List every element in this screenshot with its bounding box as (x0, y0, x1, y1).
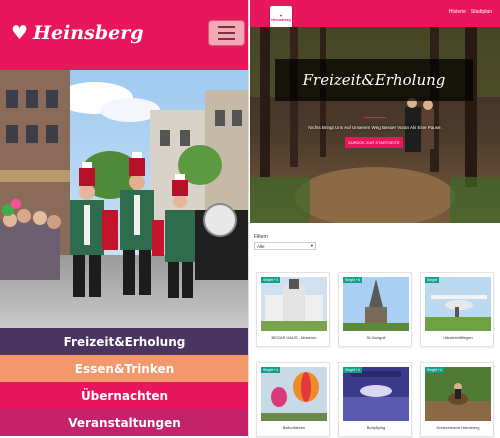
filter-value: Alle (257, 243, 265, 249)
heart-icon: ♥ (11, 22, 29, 44)
hero-title: Freizeit&Erholung (302, 71, 446, 89)
link-historie[interactable]: Historie (449, 9, 466, 15)
menu-bar (218, 38, 235, 40)
mobile-header: ♥ Heinsberg (0, 0, 248, 70)
desktop-topbar: ♥ Heinsberg Historie Stadtplan (250, 0, 500, 30)
brand-name: Heinsberg (33, 22, 144, 44)
parade-photo (0, 70, 248, 328)
card-image (425, 367, 491, 421)
card-tag: Sieght +3 (261, 277, 280, 283)
hero-section: Freizeit&Erholung Nichts Bringt Uns Auf … (250, 27, 500, 223)
nav-label: Veranstaltungen (68, 415, 181, 430)
card-caption: BEGAS HAUS - Museum (271, 335, 317, 340)
card-image (261, 277, 327, 331)
card-caption: Kreisverband Heinsberg (436, 425, 480, 430)
hero-photo-parade (0, 70, 248, 328)
card-tag: Sieght +4 (261, 367, 280, 373)
nav-label: Übernachten (80, 388, 169, 403)
link-stadtplan[interactable]: Stadtplan (471, 9, 492, 15)
nav-uebernachten[interactable]: Übernachten (0, 382, 248, 409)
card-image (343, 277, 409, 331)
brand-logo[interactable]: ♥ Heinsberg (11, 22, 143, 44)
card-ultraleichtfliegen[interactable]: Sieght Ultraleichtfliegen (420, 272, 494, 347)
menu-bar (218, 32, 235, 34)
hero-divider (364, 117, 386, 118)
card-image (343, 367, 409, 421)
card-tag: Sieght +4 (343, 367, 362, 373)
hero-title-box: Freizeit&Erholung (275, 59, 473, 101)
card-tag: Sieght (425, 277, 439, 283)
nav-essen-trinken[interactable]: Essen&Trinken (0, 355, 248, 382)
back-to-home-button[interactable]: ZURÜCK ZUR STARTSEITE (345, 137, 403, 148)
card-tag: Sieght +8 (343, 277, 362, 283)
card-image (261, 367, 327, 421)
hamburger-menu-button[interactable] (208, 20, 245, 46)
card-caption: Ultraleichtfliegen (443, 335, 473, 340)
nav-freizeit-erholung[interactable]: Freizeit&Erholung (0, 328, 248, 355)
card-caption: Bodyflying (366, 425, 386, 430)
menu-bar (218, 26, 235, 28)
nav-label: Freizeit&Erholung (63, 334, 186, 349)
card-bodyflying[interactable]: Sieght +4 Bodyflying (338, 362, 412, 437)
mobile-category-nav: Freizeit&Erholung Essen&Trinken Übernach… (0, 328, 248, 436)
nav-veranstaltungen[interactable]: Veranstaltungen (0, 409, 248, 436)
card-caption: St.Gangolf (366, 335, 386, 340)
filter-label: Filtern (254, 234, 268, 240)
nav-label: Essen&Trinken (74, 361, 175, 376)
card-st-gangolf[interactable]: Sieght +8 St.Gangolf (338, 272, 412, 347)
card-kreisverband-heinsberg[interactable]: Sieght +4 Kreisverband Heinsberg (420, 362, 494, 437)
mobile-view: ♥ Heinsberg Freizeit&Erholung Essen&Trin… (0, 0, 249, 438)
card-tag: Sieght +4 (425, 367, 444, 373)
desktop-view: ♥ Heinsberg Historie Stadtplan Freizeit&… (250, 0, 500, 438)
card-image (425, 277, 491, 331)
filter-select[interactable]: Alle ▾ (254, 242, 316, 250)
card-caption: Ballonfahren (282, 425, 306, 430)
logo-text: Heinsberg (271, 17, 291, 22)
card-ballonfahren[interactable]: Sieght +4 Ballonfahren (256, 362, 330, 437)
top-links: Historie Stadtplan (449, 9, 492, 15)
chevron-down-icon: ▾ (310, 243, 313, 248)
card-begas-haus[interactable]: Sieght +3 BEGAS HAUS - Museum (256, 272, 330, 347)
hero-subtitle: Nichts Bringt Uns Auf Unserem Weg Besser… (308, 125, 442, 130)
